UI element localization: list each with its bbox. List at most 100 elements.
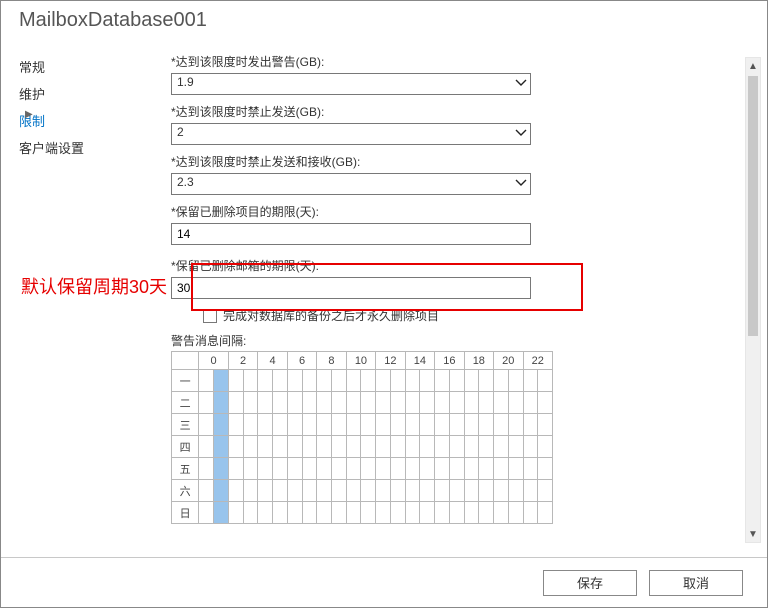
schedule-cell[interactable]: [273, 480, 288, 502]
schedule-cell[interactable]: [287, 502, 302, 524]
schedule-cell[interactable]: [508, 414, 523, 436]
schedule-cell[interactable]: [199, 480, 214, 502]
schedule-cell[interactable]: [361, 436, 376, 458]
schedule-cell[interactable]: [228, 392, 243, 414]
prohibit-send-select[interactable]: 2: [171, 123, 531, 145]
schedule-cell[interactable]: [523, 414, 538, 436]
schedule-cell[interactable]: [228, 370, 243, 392]
keep-deleted-mailbox-input[interactable]: [171, 277, 531, 299]
schedule-cell[interactable]: [449, 480, 464, 502]
schedule-cell[interactable]: [273, 502, 288, 524]
schedule-cell[interactable]: [331, 480, 346, 502]
schedule-cell[interactable]: [258, 458, 273, 480]
schedule-cell[interactable]: [494, 436, 509, 458]
schedule-cell[interactable]: [420, 370, 435, 392]
schedule-cell[interactable]: [479, 370, 494, 392]
schedule-cell[interactable]: [494, 502, 509, 524]
schedule-cell[interactable]: [449, 370, 464, 392]
schedule-cell[interactable]: [214, 370, 229, 392]
schedule-cell[interactable]: [508, 392, 523, 414]
schedule-cell[interactable]: [287, 458, 302, 480]
schedule-cell[interactable]: [287, 414, 302, 436]
schedule-cell[interactable]: [361, 480, 376, 502]
schedule-cell[interactable]: [376, 480, 391, 502]
schedule-cell[interactable]: [538, 414, 553, 436]
schedule-cell[interactable]: [287, 370, 302, 392]
schedule-cell[interactable]: [464, 370, 479, 392]
schedule-cell[interactable]: [479, 392, 494, 414]
schedule-cell[interactable]: [479, 414, 494, 436]
schedule-cell[interactable]: [405, 414, 420, 436]
schedule-cell[interactable]: [449, 392, 464, 414]
schedule-cell[interactable]: [405, 370, 420, 392]
sidebar-item-client-settings[interactable]: 客户端设置: [19, 134, 171, 161]
schedule-cell[interactable]: [346, 480, 361, 502]
schedule-cell[interactable]: [243, 370, 258, 392]
schedule-cell[interactable]: [523, 458, 538, 480]
schedule-cell[interactable]: [390, 480, 405, 502]
schedule-cell[interactable]: [420, 502, 435, 524]
schedule-cell[interactable]: [287, 436, 302, 458]
schedule-cell[interactable]: [390, 502, 405, 524]
schedule-cell[interactable]: [538, 436, 553, 458]
schedule-cell[interactable]: [523, 480, 538, 502]
sidebar-item-general[interactable]: 常规: [19, 53, 171, 80]
schedule-cell[interactable]: [214, 414, 229, 436]
schedule-cell[interactable]: [508, 480, 523, 502]
schedule-cell[interactable]: [538, 458, 553, 480]
schedule-cell[interactable]: [302, 502, 317, 524]
schedule-cell[interactable]: [420, 480, 435, 502]
schedule-cell[interactable]: [214, 502, 229, 524]
schedule-cell[interactable]: [243, 392, 258, 414]
schedule-cell[interactable]: [273, 458, 288, 480]
schedule-cell[interactable]: [214, 480, 229, 502]
schedule-cell[interactable]: [405, 458, 420, 480]
schedule-cell[interactable]: [331, 458, 346, 480]
schedule-cell[interactable]: [317, 502, 332, 524]
schedule-cell[interactable]: [449, 414, 464, 436]
schedule-cell[interactable]: [361, 414, 376, 436]
schedule-cell[interactable]: [331, 392, 346, 414]
schedule-cell[interactable]: [287, 480, 302, 502]
schedule-cell[interactable]: [361, 370, 376, 392]
schedule-cell[interactable]: [420, 392, 435, 414]
schedule-cell[interactable]: [390, 392, 405, 414]
schedule-cell[interactable]: [346, 392, 361, 414]
schedule-cell[interactable]: [228, 414, 243, 436]
schedule-cell[interactable]: [435, 480, 450, 502]
schedule-cell[interactable]: [361, 502, 376, 524]
schedule-cell[interactable]: [199, 392, 214, 414]
schedule-cell[interactable]: [405, 502, 420, 524]
schedule-cell[interactable]: [317, 436, 332, 458]
warn-limit-select[interactable]: 1.9: [171, 73, 531, 95]
schedule-cell[interactable]: [420, 458, 435, 480]
schedule-cell[interactable]: [494, 458, 509, 480]
schedule-cell[interactable]: [494, 480, 509, 502]
sidebar-item-maintenance[interactable]: 维护: [19, 80, 171, 107]
keep-deleted-items-input[interactable]: [171, 223, 531, 245]
schedule-cell[interactable]: [464, 392, 479, 414]
schedule-cell[interactable]: [199, 414, 214, 436]
schedule-cell[interactable]: [302, 480, 317, 502]
cancel-button[interactable]: 取消: [649, 570, 743, 596]
schedule-cell[interactable]: [346, 458, 361, 480]
schedule-cell[interactable]: [390, 436, 405, 458]
schedule-cell[interactable]: [317, 414, 332, 436]
schedule-cell[interactable]: [243, 480, 258, 502]
schedule-cell[interactable]: [538, 370, 553, 392]
schedule-cell[interactable]: [435, 414, 450, 436]
schedule-cell[interactable]: [435, 502, 450, 524]
schedule-cell[interactable]: [479, 502, 494, 524]
schedule-cell[interactable]: [435, 436, 450, 458]
schedule-cell[interactable]: [258, 436, 273, 458]
schedule-cell[interactable]: [199, 370, 214, 392]
schedule-cell[interactable]: [361, 392, 376, 414]
schedule-cell[interactable]: [258, 480, 273, 502]
schedule-cell[interactable]: [376, 414, 391, 436]
schedule-cell[interactable]: [376, 436, 391, 458]
schedule-cell[interactable]: [464, 502, 479, 524]
schedule-cell[interactable]: [273, 392, 288, 414]
schedule-cell[interactable]: [214, 436, 229, 458]
scrollbar[interactable]: ▲ ▼: [745, 57, 761, 543]
schedule-grid[interactable]: 0246810121416182022 一二三四五六日: [171, 351, 553, 524]
